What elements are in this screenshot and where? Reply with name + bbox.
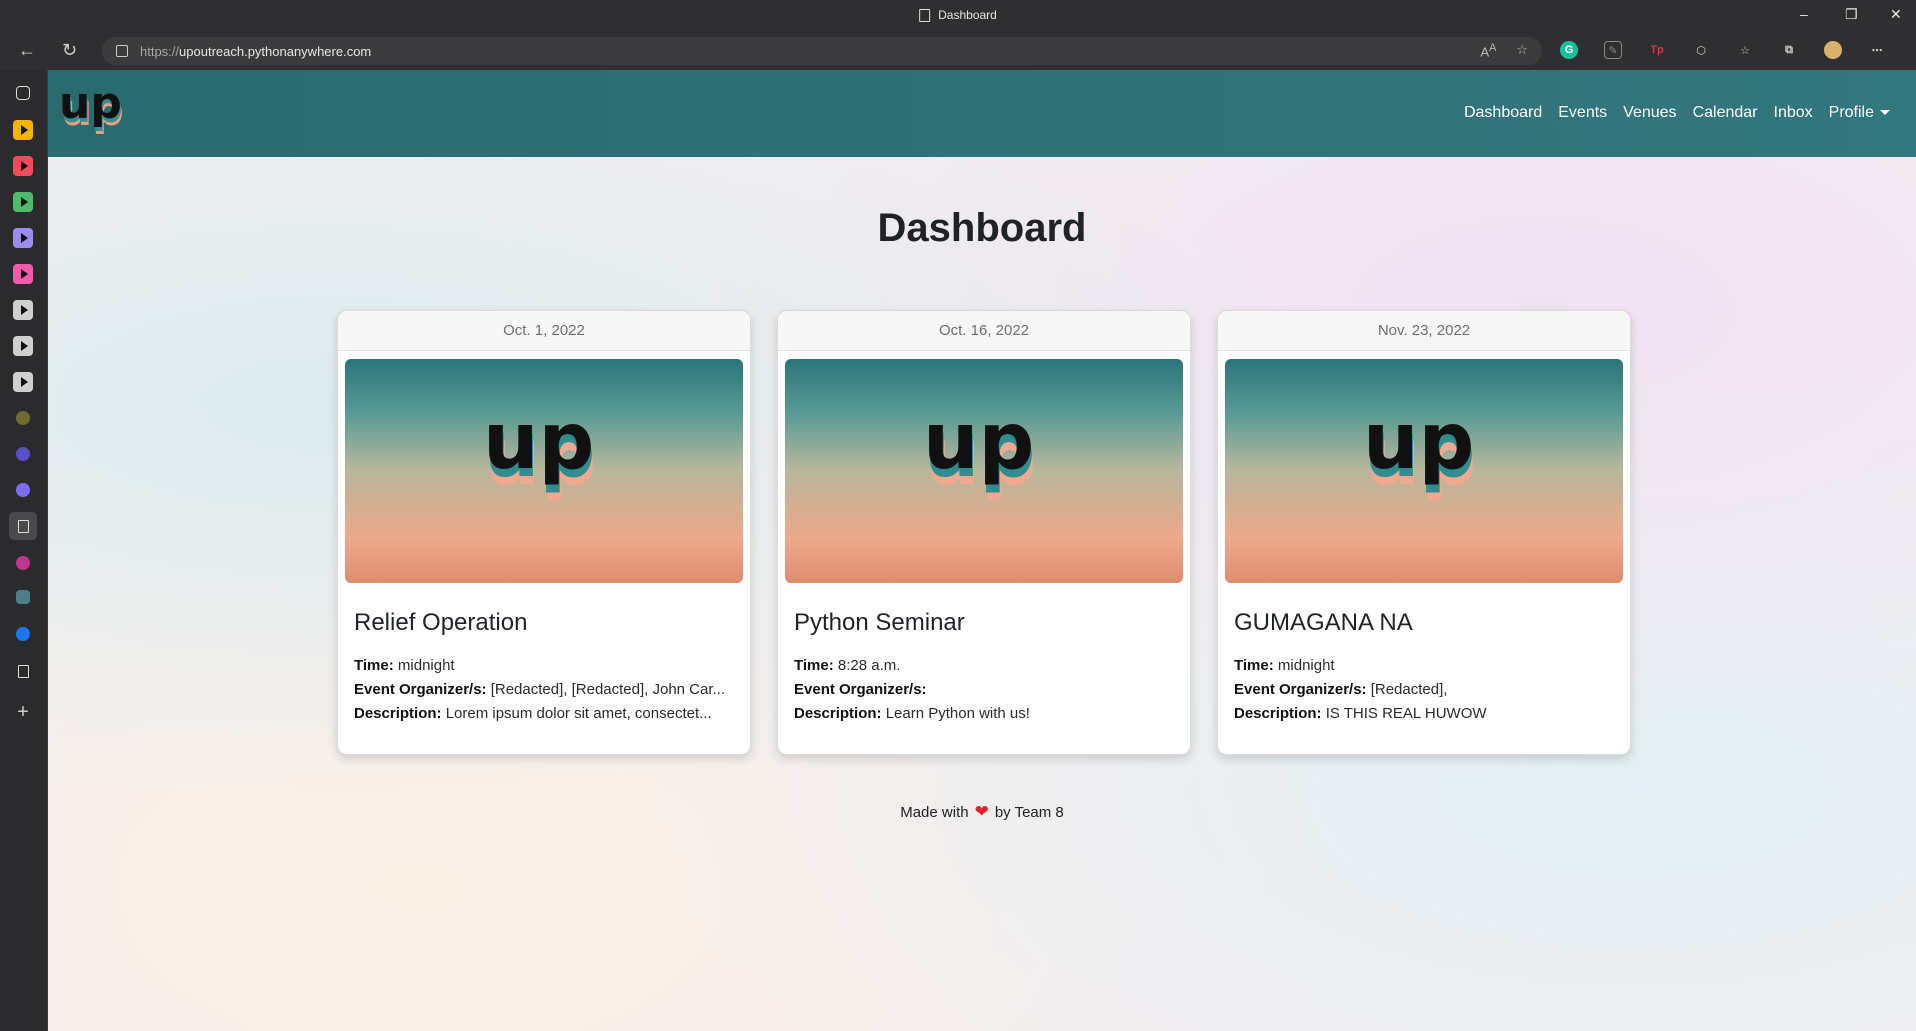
chevron-down-icon bbox=[1880, 110, 1890, 116]
nav-dashboard[interactable]: Dashboard bbox=[1464, 104, 1542, 122]
nav-inbox[interactable]: Inbox bbox=[1774, 104, 1813, 122]
svg-text:up: up bbox=[59, 78, 122, 129]
event-organizers: Event Organizer/s: [Redacted], bbox=[1234, 681, 1448, 698]
url-host: upoutreach.pythonanywhere.com bbox=[179, 43, 372, 59]
page-icon bbox=[919, 8, 931, 22]
event-title: Relief Operation bbox=[354, 609, 528, 636]
page-content: up up up Dashboard Events Venues Calenda… bbox=[48, 70, 1916, 1031]
browser-toolbar: ← ↻ https:// upoutreach.pythonanywhere.c… bbox=[0, 32, 1916, 70]
event-organizers: Event Organizer/s: [Redacted], [Redacted… bbox=[354, 681, 726, 698]
svg-text:up: up bbox=[923, 397, 1034, 487]
tab-actions-icon[interactable] bbox=[16, 86, 30, 100]
sidebar-app-icon[interactable] bbox=[16, 447, 30, 461]
browser-sidebar: + bbox=[0, 70, 48, 1031]
sidebar-app-icon[interactable] bbox=[13, 372, 33, 392]
sidebar-app-icon[interactable] bbox=[13, 300, 33, 320]
edit-extension-icon[interactable]: ✎ bbox=[1604, 41, 1622, 59]
favorite-add-icon[interactable]: ☆ bbox=[1516, 42, 1528, 59]
svg-text:up: up bbox=[483, 397, 594, 487]
nav-calendar[interactable]: Calendar bbox=[1693, 104, 1758, 122]
profile-avatar[interactable] bbox=[1824, 41, 1842, 59]
address-bar[interactable]: https:// upoutreach.pythonanywhere.com A… bbox=[102, 37, 1542, 65]
instagram-icon[interactable] bbox=[16, 556, 30, 570]
collections-icon[interactable]: ⧉ bbox=[1780, 41, 1798, 59]
event-details: Time: 8:28 a.m. Event Organizer/s: Descr… bbox=[794, 657, 1176, 729]
tab-title: Dashboard bbox=[938, 8, 997, 22]
minimize-button[interactable]: – bbox=[1800, 6, 1808, 22]
event-date: Oct. 1, 2022 bbox=[338, 311, 750, 351]
up-logo[interactable]: up up up bbox=[58, 76, 128, 146]
sidebar-app-icon[interactable] bbox=[13, 156, 33, 176]
add-icon[interactable]: + bbox=[13, 701, 33, 723]
nav-events[interactable]: Events bbox=[1558, 104, 1607, 122]
sidebar-app-icon[interactable] bbox=[13, 192, 33, 212]
sidebar-app-icon[interactable] bbox=[13, 336, 33, 356]
event-details: Time: midnight Event Organizer/s: [Redac… bbox=[354, 657, 736, 729]
event-image: up up up bbox=[785, 359, 1183, 583]
url-scheme: https:// bbox=[140, 43, 180, 59]
event-details: Time: midnight Event Organizer/s: [Redac… bbox=[1234, 657, 1616, 729]
event-date: Oct. 16, 2022 bbox=[778, 311, 1190, 351]
event-time: Time: midnight bbox=[1234, 657, 1335, 674]
more-menu-icon[interactable]: ⋯ bbox=[1868, 41, 1886, 59]
up-logo-image: up up up bbox=[923, 397, 1036, 503]
sidebar-app-icon[interactable] bbox=[13, 120, 33, 140]
event-title: Python Seminar bbox=[794, 609, 965, 636]
event-card[interactable]: Oct. 16, 2022 up up up Python Seminar Ti… bbox=[777, 310, 1191, 755]
event-card[interactable]: Oct. 1, 2022 up up up Relief Operation T… bbox=[337, 310, 751, 755]
favorites-icon[interactable]: ☆ bbox=[1736, 41, 1754, 59]
event-title: GUMAGANA NA bbox=[1234, 609, 1413, 636]
event-image: up up up bbox=[345, 359, 743, 583]
event-organizers: Event Organizer/s: bbox=[794, 681, 927, 698]
event-time: Time: 8:28 a.m. bbox=[794, 657, 901, 674]
event-description: Description: Lorem ipsum dolor sit amet,… bbox=[354, 705, 712, 722]
sidebar-app-icon[interactable] bbox=[13, 228, 33, 248]
browser-titlebar: Dashboard – ❐ ✕ bbox=[0, 0, 1916, 32]
event-description: Description: Learn Python with us! bbox=[794, 705, 1030, 722]
up-logo-image: up up up bbox=[1363, 397, 1476, 503]
nav-venues[interactable]: Venues bbox=[1623, 104, 1676, 122]
top-navbar: up up up Dashboard Events Venues Calenda… bbox=[48, 70, 1916, 157]
facebook-icon[interactable] bbox=[16, 627, 30, 641]
footer-made-with: Made with bbox=[900, 804, 969, 821]
nav-links: Dashboard Events Venues Calendar Inbox P… bbox=[1464, 104, 1890, 122]
sidebar-app-icon[interactable] bbox=[16, 411, 30, 425]
page-icon[interactable] bbox=[13, 661, 33, 681]
heart-icon: ❤ bbox=[974, 802, 989, 821]
up-logo-image: up up up bbox=[483, 397, 596, 503]
event-card[interactable]: Nov. 23, 2022 up up up GUMAGANA NA Time:… bbox=[1217, 310, 1631, 755]
back-icon[interactable]: ← bbox=[18, 40, 36, 61]
lock-icon bbox=[116, 45, 128, 57]
window-title: Dashboard bbox=[919, 8, 997, 22]
svg-text:up: up bbox=[1363, 397, 1474, 487]
active-page-icon[interactable] bbox=[9, 512, 37, 540]
close-button[interactable]: ✕ bbox=[1890, 6, 1902, 23]
footer-by: by Team 8 bbox=[994, 804, 1064, 821]
restore-button[interactable]: ❐ bbox=[1845, 6, 1858, 23]
refresh-icon[interactable]: ↻ bbox=[62, 40, 77, 61]
extensions-icon[interactable]: ⬡ bbox=[1692, 41, 1710, 59]
sidebar-app-icon[interactable] bbox=[16, 590, 30, 604]
read-aloud-icon[interactable]: AA bbox=[1480, 42, 1496, 59]
nav-profile[interactable]: Profile bbox=[1829, 104, 1890, 122]
tp-extension-icon[interactable]: Tp bbox=[1648, 41, 1666, 59]
event-time: Time: midnight bbox=[354, 657, 455, 674]
event-description: Description: IS THIS REAL HUWOW bbox=[1234, 705, 1487, 722]
sidebar-app-icon[interactable] bbox=[13, 264, 33, 284]
nav-profile-label: Profile bbox=[1828, 104, 1874, 121]
page-footer: Made with ❤ by Team 8 bbox=[48, 802, 1916, 822]
grammarly-icon[interactable]: G bbox=[1560, 41, 1578, 59]
messenger-icon[interactable] bbox=[16, 483, 30, 497]
event-image: up up up bbox=[1225, 359, 1623, 583]
page-title: Dashboard bbox=[877, 206, 1087, 250]
event-date: Nov. 23, 2022 bbox=[1218, 311, 1630, 351]
